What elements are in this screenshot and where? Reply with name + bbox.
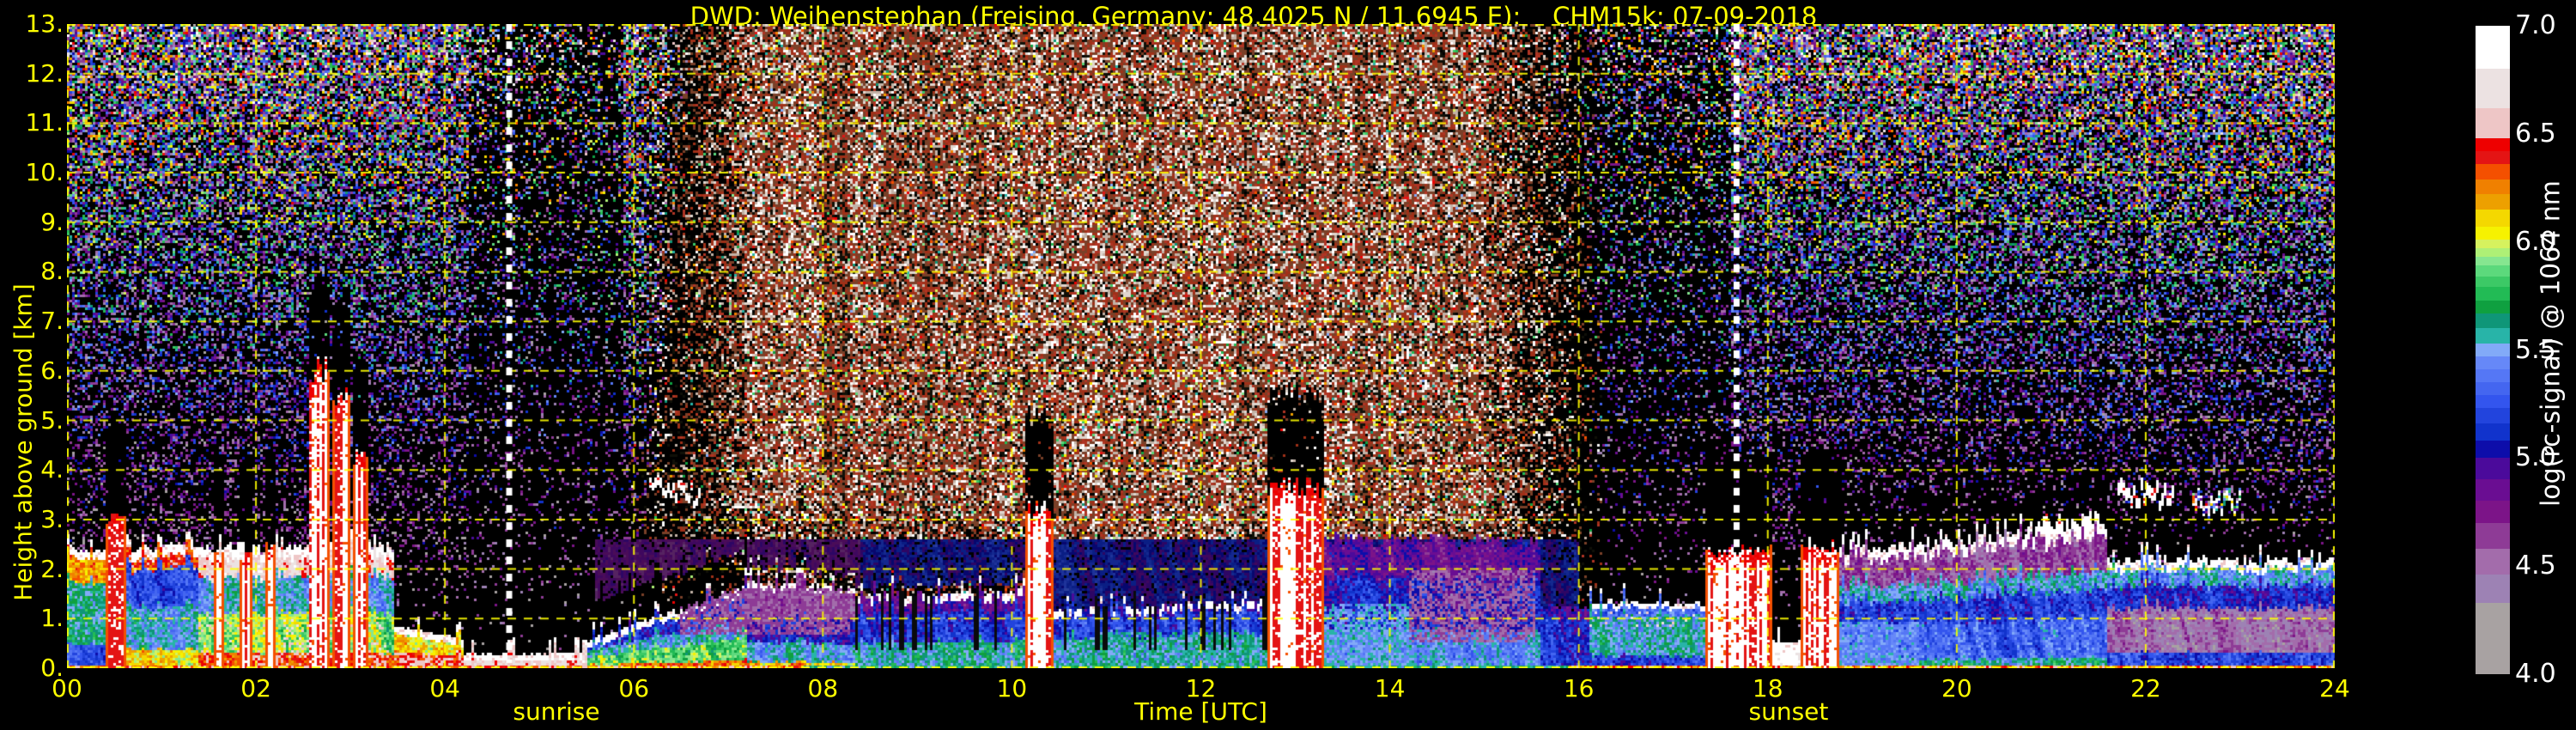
colorbar-tick-label: 4.5 — [2515, 551, 2556, 581]
y-tick-label: 4. — [40, 455, 64, 484]
colorbar-segment — [2476, 26, 2510, 70]
colorbar-segment — [2476, 441, 2510, 459]
colorbar-segment — [2476, 164, 2510, 179]
y-tick-label: 9. — [40, 207, 64, 236]
colorbar-segment — [2476, 395, 2510, 409]
x-tick-label: 12 — [1185, 674, 1217, 703]
x-tick-label: 20 — [1941, 674, 1972, 703]
colorbar — [2476, 26, 2510, 674]
colorbar-segment — [2476, 226, 2510, 240]
colorbar-segment — [2476, 522, 2510, 549]
sunrise-annotation: sunrise — [513, 697, 600, 726]
colorbar-tick-label: 7.0 — [2515, 10, 2556, 40]
y-tick-label: 2. — [40, 554, 64, 583]
colorbar-segment — [2476, 548, 2510, 575]
x-tick-label: 22 — [2130, 674, 2161, 703]
y-tick-label: 8. — [40, 257, 64, 286]
colorbar-segment — [2476, 602, 2510, 674]
y-tick-label: 6. — [40, 356, 64, 385]
colorbar-tick-label: 6.5 — [2515, 118, 2556, 149]
colorbar-segment — [2476, 369, 2510, 383]
y-tick-label: 10. — [25, 158, 64, 187]
colorbar-segment — [2476, 194, 2510, 210]
colorbar-segment — [2476, 209, 2510, 227]
colorbar-segment — [2476, 343, 2510, 356]
colorbar-segment — [2476, 248, 2510, 258]
backscatter-heatmap — [67, 24, 2335, 668]
colorbar-segment — [2476, 240, 2510, 249]
colorbar-segment — [2476, 328, 2510, 344]
colorbar-segment — [2476, 276, 2510, 288]
x-tick-label: 08 — [807, 674, 839, 703]
colorbar-segment — [2476, 356, 2510, 370]
colorbar-segment — [2476, 458, 2510, 480]
y-tick-label: 12. — [25, 58, 64, 88]
x-tick-label: 24 — [2319, 674, 2350, 703]
colorbar-segment — [2476, 257, 2510, 266]
y-tick-label: 3. — [40, 504, 64, 533]
y-tick-label: 0. — [40, 654, 64, 682]
colorbar-segment — [2476, 575, 2510, 603]
colorbar-segment — [2476, 423, 2510, 441]
colorbar-segment — [2476, 69, 2510, 108]
ceilometer-quicklook: DWD: Weihenstephan (Freising, Germany; 4… — [0, 0, 2576, 730]
y-tick-label: 13. — [25, 9, 64, 38]
x-tick-label: 06 — [618, 674, 650, 703]
colorbar-segment — [2476, 382, 2510, 396]
x-tick-label: 04 — [429, 674, 460, 703]
colorbar-tick-label: 6.0 — [2515, 226, 2556, 257]
colorbar-tick-label: 4.0 — [2515, 659, 2556, 689]
x-tick-label: 16 — [1563, 674, 1595, 703]
colorbar-segment — [2476, 265, 2510, 277]
y-tick-label: 1. — [40, 604, 64, 633]
colorbar-segment — [2476, 287, 2510, 301]
colorbar-segment — [2476, 300, 2510, 313]
y-tick-label: 11. — [25, 108, 64, 137]
colorbar-segment — [2476, 479, 2510, 502]
x-tick-label: 02 — [240, 674, 271, 703]
x-tick-label: 18 — [1752, 674, 1783, 703]
colorbar-segment — [2476, 501, 2510, 523]
colorbar-tick-label: 5.0 — [2515, 442, 2556, 473]
colorbar-segment — [2476, 179, 2510, 195]
y-tick-label: 5. — [40, 405, 64, 435]
colorbar-segment — [2476, 137, 2510, 151]
y-tick-label: 7. — [40, 307, 64, 336]
colorbar-tick-label: 5.5 — [2515, 334, 2556, 365]
x-tick-label: 14 — [1374, 674, 1406, 703]
colorbar-segment — [2476, 107, 2510, 138]
colorbar-segment — [2476, 313, 2510, 329]
colorbar-segment — [2476, 408, 2510, 423]
colorbar-segment — [2476, 150, 2510, 165]
x-tick-label: 10 — [996, 674, 1028, 703]
